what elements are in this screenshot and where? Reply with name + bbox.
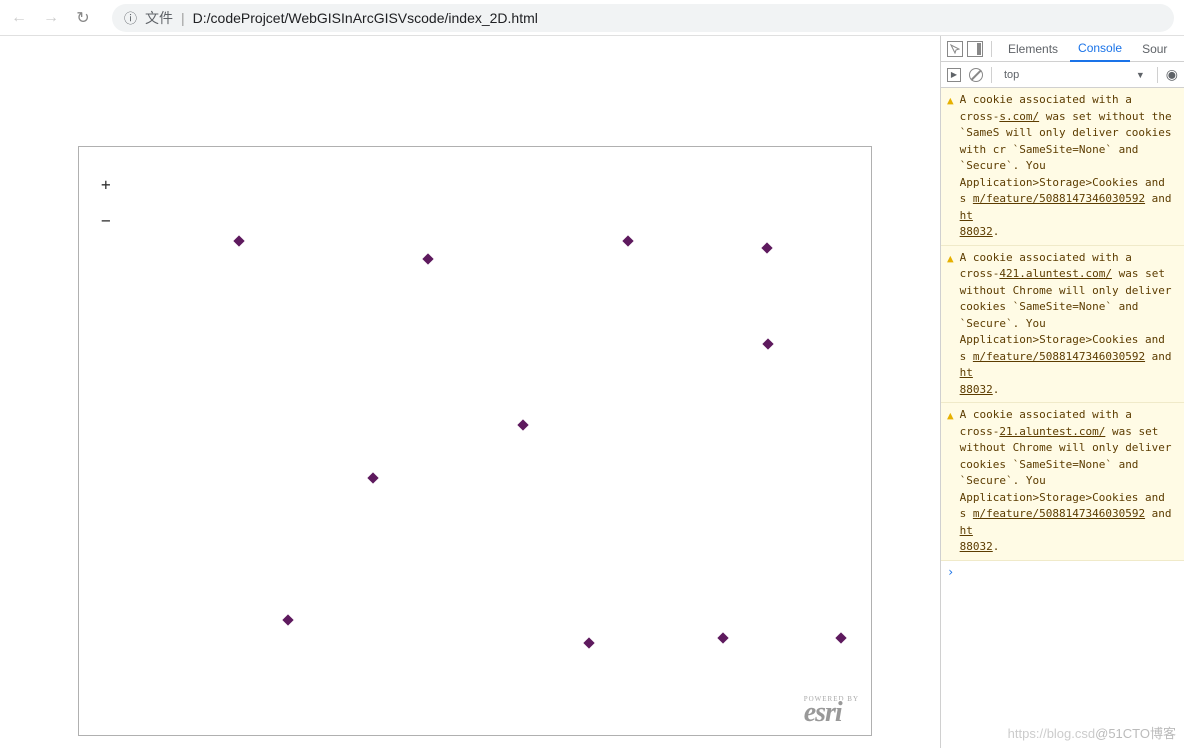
sidebar-toggle-icon[interactable]: ▶ [947,68,961,82]
reload-icon[interactable]: ↻ [74,9,92,27]
zoom-out-button[interactable]: − [101,213,111,231]
console-link[interactable]: 88032 [960,540,993,553]
console-warning: ▲ A cookie associated with a cross-421.a… [941,246,1184,404]
browser-toolbar: ← → ↻ ⓘ 文件 | D:/codeProjcet/WebGISInArcG… [0,0,1184,36]
console-text: A cookie associated with a cross-s.com/ … [960,92,1178,241]
tab-sources[interactable]: Sour [1134,36,1175,62]
devtools-panel: Elements Console Sour ▶ top ▼ ◉ ▲ A cook… [940,36,1184,748]
map-point[interactable] [517,419,528,430]
zoom-in-button[interactable]: + [101,177,111,195]
console-link[interactable]: ht [960,524,973,537]
inspect-icon[interactable] [947,41,963,57]
live-expression-icon[interactable]: ◉ [1166,66,1178,83]
console-text: A cookie associated with a cross-21.alun… [960,407,1178,556]
console-warning: ▲ A cookie associated with a cross-21.al… [941,403,1184,561]
console-link[interactable]: ht [960,209,973,222]
console-link[interactable]: m/feature/5088147346030592 [973,350,1145,363]
context-label: top [1004,69,1019,81]
back-icon[interactable]: ← [10,9,28,27]
map-point[interactable] [762,338,773,349]
map-point[interactable] [233,235,244,246]
warning-icon: ▲ [947,408,954,556]
tab-elements[interactable]: Elements [1000,36,1066,62]
filter-sep2 [1157,67,1158,83]
console-link[interactable]: m/feature/5088147346030592 [973,507,1145,520]
map-point[interactable] [622,235,633,246]
device-icon[interactable] [967,41,983,57]
url-sep: | [181,10,185,26]
console-body: ▲ A cookie associated with a cross-s.com… [941,88,1184,748]
chevron-down-icon: ▼ [1136,70,1145,80]
map-viewport[interactable]: + − POWERED BY esri [78,146,872,736]
console-link[interactable]: 21.aluntest.com/ [999,425,1105,438]
watermark-a: https://blog.csd [1008,726,1095,741]
warning-icon: ▲ [947,93,954,241]
tab-console[interactable]: Console [1070,36,1130,62]
file-label: 文件 [145,8,173,28]
console-link[interactable]: 88032 [960,225,993,238]
map-point[interactable] [717,632,728,643]
esri-logo: POWERED BY esri [804,695,859,729]
watermark: https://blog.csd@51CTO博客 [1008,723,1176,742]
tab-sep [991,41,992,57]
zoom-controls: + − [101,177,111,231]
clear-console-icon[interactable] [969,68,983,82]
map-point[interactable] [422,253,433,264]
warning-icon: ▲ [947,251,954,399]
console-link[interactable]: ht [960,366,973,379]
url-bar[interactable]: ⓘ 文件 | D:/codeProjcet/WebGISInArcGISVsco… [112,4,1174,32]
context-select[interactable]: top ▼ [1000,69,1149,81]
map-point[interactable] [282,614,293,625]
map-point[interactable] [367,472,378,483]
map-point[interactable] [583,637,594,648]
map-point[interactable] [761,242,772,253]
url-path: D:/codeProjcet/WebGISInArcGISVscode/inde… [193,10,538,26]
info-icon: ⓘ [124,8,137,27]
console-text: A cookie associated with a cross-421.alu… [960,250,1178,399]
console-prompt[interactable]: › [941,561,1184,583]
filter-sep [991,67,992,83]
console-link[interactable]: 88032 [960,383,993,396]
console-warning: ▲ A cookie associated with a cross-s.com… [941,88,1184,246]
map-point[interactable] [835,632,846,643]
esri-text: esri [804,697,842,728]
console-link[interactable]: m/feature/5088147346030592 [973,192,1145,205]
watermark-b: @51CTO博客 [1095,726,1176,741]
forward-icon[interactable]: → [42,9,60,27]
page-content: + − POWERED BY esri [0,36,940,748]
console-link[interactable]: 421.aluntest.com/ [999,267,1112,280]
console-filter-bar: ▶ top ▼ ◉ [941,62,1184,88]
console-link[interactable]: s.com/ [999,110,1039,123]
devtools-tabs: Elements Console Sour [941,36,1184,62]
